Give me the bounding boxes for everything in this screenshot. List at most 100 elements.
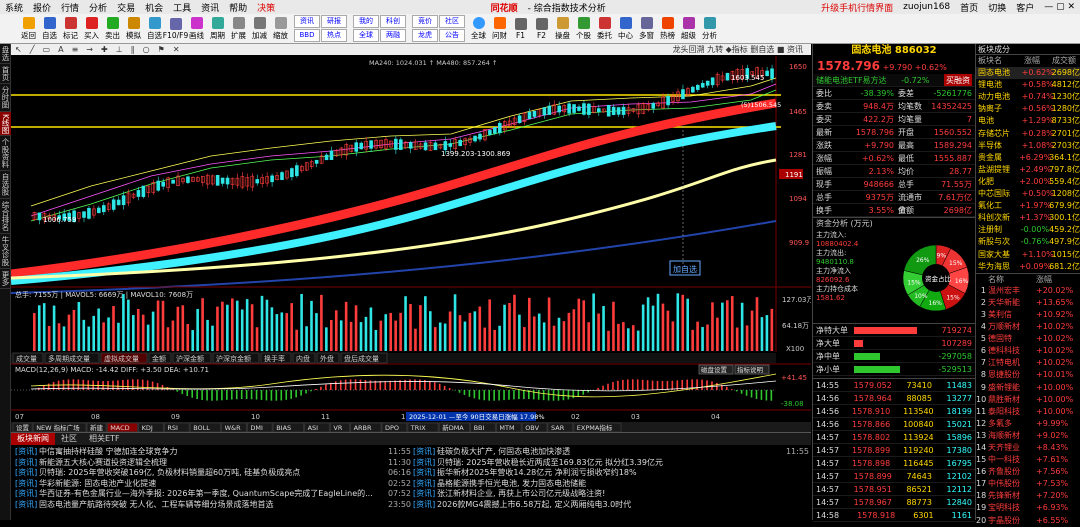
news-item[interactable]: [资讯]新能源五大核心赛道投资逻辑全梳理11:30	[15, 458, 411, 469]
tool-ruler[interactable]: ⊥	[116, 45, 123, 54]
draw-button[interactable]: 画线	[186, 17, 207, 41]
tool-channel[interactable]: ∥	[131, 45, 135, 54]
shortcut-global[interactable]: 全球	[353, 29, 379, 42]
sector-row[interactable]: 国家大基+1.10%1015亿	[976, 249, 1080, 261]
sector-row[interactable]: 华为海思+0.09%681.2亿	[976, 261, 1080, 273]
rank-row[interactable]: 20宇晶股份+6.55%	[976, 515, 1080, 527]
upgrade-link[interactable]: 升级手机行情界面	[816, 1, 898, 14]
tool-mark[interactable]: ⚑	[158, 45, 165, 54]
sector-row[interactable]: 化肥+2.00%559.4亿	[976, 176, 1080, 188]
news-item[interactable]: [资讯]张江新材料企业, 再获上市公司亿元级战略注资!	[413, 489, 809, 500]
sector-row[interactable]: 注册制-0.00%459.2亿	[976, 224, 1080, 236]
simulate-button[interactable]: 模拟	[123, 17, 144, 41]
menu-analysis[interactable]: 分析	[84, 1, 112, 14]
menu-info[interactable]: 资讯	[196, 1, 224, 14]
news-item[interactable]: [资讯]2026款MG4震撼上市6.58万起, 定义两厢纯电3.0时代	[413, 500, 809, 511]
rank-row[interactable]: 5德固特+10.02%	[976, 333, 1080, 345]
news-item[interactable]: [资讯]贝特瑞: 2025年营收突破169亿, 负极材料销量超60万吨, 硅基负…	[15, 468, 411, 479]
rank-row[interactable]: 4万顺新材+10.02%	[976, 321, 1080, 333]
rank-row[interactable]: 8恩捷股份+10.01%	[976, 369, 1080, 381]
shortcut-mine[interactable]: 我的	[353, 15, 379, 28]
shortcut-research[interactable]: 研报	[321, 15, 347, 28]
buy-button[interactable]: 买入	[81, 17, 102, 41]
super-button[interactable]: 超级	[678, 17, 699, 41]
shortcut-community[interactable]: 社区	[439, 15, 465, 28]
menu-system[interactable]: 系统	[0, 1, 28, 14]
extend-button[interactable]: 扩展	[228, 17, 249, 41]
shortcut-hot[interactable]: 热点	[321, 29, 347, 42]
sector-row[interactable]: 氟化工+1.97%679.9亿	[976, 200, 1080, 212]
side-tab-3[interactable]: 分时图	[0, 84, 11, 112]
shortcut-margin[interactable]: 两融	[380, 29, 406, 42]
rank-row[interactable]: 9盛新锂能+10.00%	[976, 382, 1080, 394]
news-item[interactable]: [资讯]固态电池量产航路待突破 无人化、工程车辆等细分场景成落地首选23:50	[15, 500, 411, 511]
window-controls[interactable]: — ▢ ✕	[1039, 2, 1080, 12]
switch-link[interactable]: 切换	[983, 1, 1011, 14]
shortcut-bbd[interactable]: BBD	[294, 29, 320, 42]
news-item[interactable]: [资讯]华彩新能源: 固态电池产业化提速02:52	[15, 479, 411, 490]
side-tab-8[interactable]: 牛叉诊股	[0, 234, 11, 269]
rank-row[interactable]: 3美利信+10.92%	[976, 309, 1080, 321]
global-button[interactable]: 全球	[468, 17, 489, 41]
shortcut-notice[interactable]: 公告	[439, 29, 465, 42]
period-button[interactable]: 周期	[207, 17, 228, 41]
rank-row[interactable]: 16齐鲁股份+7.56%	[976, 466, 1080, 478]
news-tab-sector[interactable]: 板块新闻	[11, 433, 55, 445]
rank-row[interactable]: 11泰阳科技+10.00%	[976, 406, 1080, 418]
menu-decision[interactable]: 决策	[252, 1, 280, 14]
tool-text[interactable]: A	[58, 45, 63, 54]
rank-row[interactable]: 19宝明科技+6.93%	[976, 502, 1080, 514]
etf-row[interactable]: 储能电池ETF易方达 -0.72% 买融资	[813, 74, 975, 87]
wencai-button[interactable]: 问财	[489, 17, 510, 41]
menu-tools[interactable]: 工具	[168, 1, 196, 14]
f1-button[interactable]: F1	[510, 18, 531, 40]
tool-circle[interactable]: ○	[143, 45, 150, 54]
news-item[interactable]: [资讯]贝特瑞: 2025年营收稳长近两成至169.83亿元 拟分红3.39亿元	[413, 458, 809, 469]
operate-button[interactable]: 操盘	[552, 17, 573, 41]
plusminus-button[interactable]: 加减	[249, 17, 270, 41]
news-tab-etf[interactable]: 相关ETF	[83, 433, 126, 445]
hotlist-button[interactable]: 热榜	[657, 17, 678, 41]
shortcut-info[interactable]: 资讯	[294, 15, 320, 28]
side-tab-5[interactable]: 个股资料	[0, 136, 11, 171]
rank-row[interactable]: 2天华新能+13.65%	[976, 297, 1080, 309]
sector-row[interactable]: 锂电池+0.58%4812亿	[976, 79, 1080, 91]
side-tab-1[interactable]: 盘选	[0, 44, 11, 64]
watchlist-button[interactable]: 自选	[39, 17, 60, 41]
side-tab-7[interactable]: 综合排名	[0, 199, 11, 234]
side-tab-2[interactable]: 首页	[0, 64, 11, 84]
chart-top-links[interactable]: 龙头回溯 九转 ◆指标 删自选 ■ 资讯	[673, 44, 803, 55]
tool-arrow[interactable]: →	[86, 45, 93, 54]
side-tab-6[interactable]: 自选股	[0, 171, 11, 199]
shortcut-dragon[interactable]: 龙虎	[412, 29, 438, 42]
zoom-button[interactable]: 缩放	[270, 17, 291, 41]
side-tab-9[interactable]: 更多	[0, 269, 11, 289]
tool-cursor[interactable]: ↖	[15, 45, 22, 54]
kline-chart[interactable]: 1650 1465 1281 1191 1094 909.9 MA240: 10…	[11, 56, 811, 432]
menu-quote[interactable]: 报价	[28, 1, 56, 14]
back-button[interactable]: 返回	[18, 17, 39, 41]
sell-button[interactable]: 卖出	[102, 17, 123, 41]
sector-row[interactable]: 贵金属+6.29%364.1亿	[976, 152, 1080, 164]
rank-row[interactable]: 10鼎胜新材+10.00%	[976, 394, 1080, 406]
rank-row[interactable]: 7江特电机+10.02%	[976, 357, 1080, 369]
mark-button[interactable]: 标记	[60, 17, 81, 41]
stock-button[interactable]: 个股	[573, 17, 594, 41]
sector-row[interactable]: 科创次新+1.37%300.1亿	[976, 212, 1080, 224]
side-tab-kline[interactable]: K线图	[0, 112, 11, 137]
news-tab-community[interactable]: 社区	[55, 433, 83, 445]
order-button[interactable]: 委托	[594, 17, 615, 41]
rank-row[interactable]: 14天齐锂业+8.43%	[976, 442, 1080, 454]
sector-row[interactable]: 存储芯片+0.28%2701亿	[976, 128, 1080, 140]
menu-help[interactable]: 帮助	[224, 1, 252, 14]
menu-trade[interactable]: 交易	[112, 1, 140, 14]
sector-row[interactable]: 钠离子+0.56%1280亿	[976, 103, 1080, 115]
sector-row[interactable]: 固态电池+0.62%2698亿	[976, 67, 1080, 79]
rank-row[interactable]: 15中一科技+7.61%	[976, 454, 1080, 466]
news-item[interactable]: [资讯]中信寓抽持样硅酸 宁德加连全球竞争力11:55	[15, 447, 411, 458]
news-item[interactable]: [资讯]晶格能源携手恒光电池, 发力固态电池储能	[413, 479, 809, 490]
sector-row[interactable]: 盐湖提锂+2.49%797.8亿	[976, 164, 1080, 176]
client-link[interactable]: 客户	[1011, 1, 1039, 14]
tool-fib[interactable]: ≡	[72, 45, 79, 54]
etf-margin-button[interactable]: 买融资	[944, 74, 972, 86]
